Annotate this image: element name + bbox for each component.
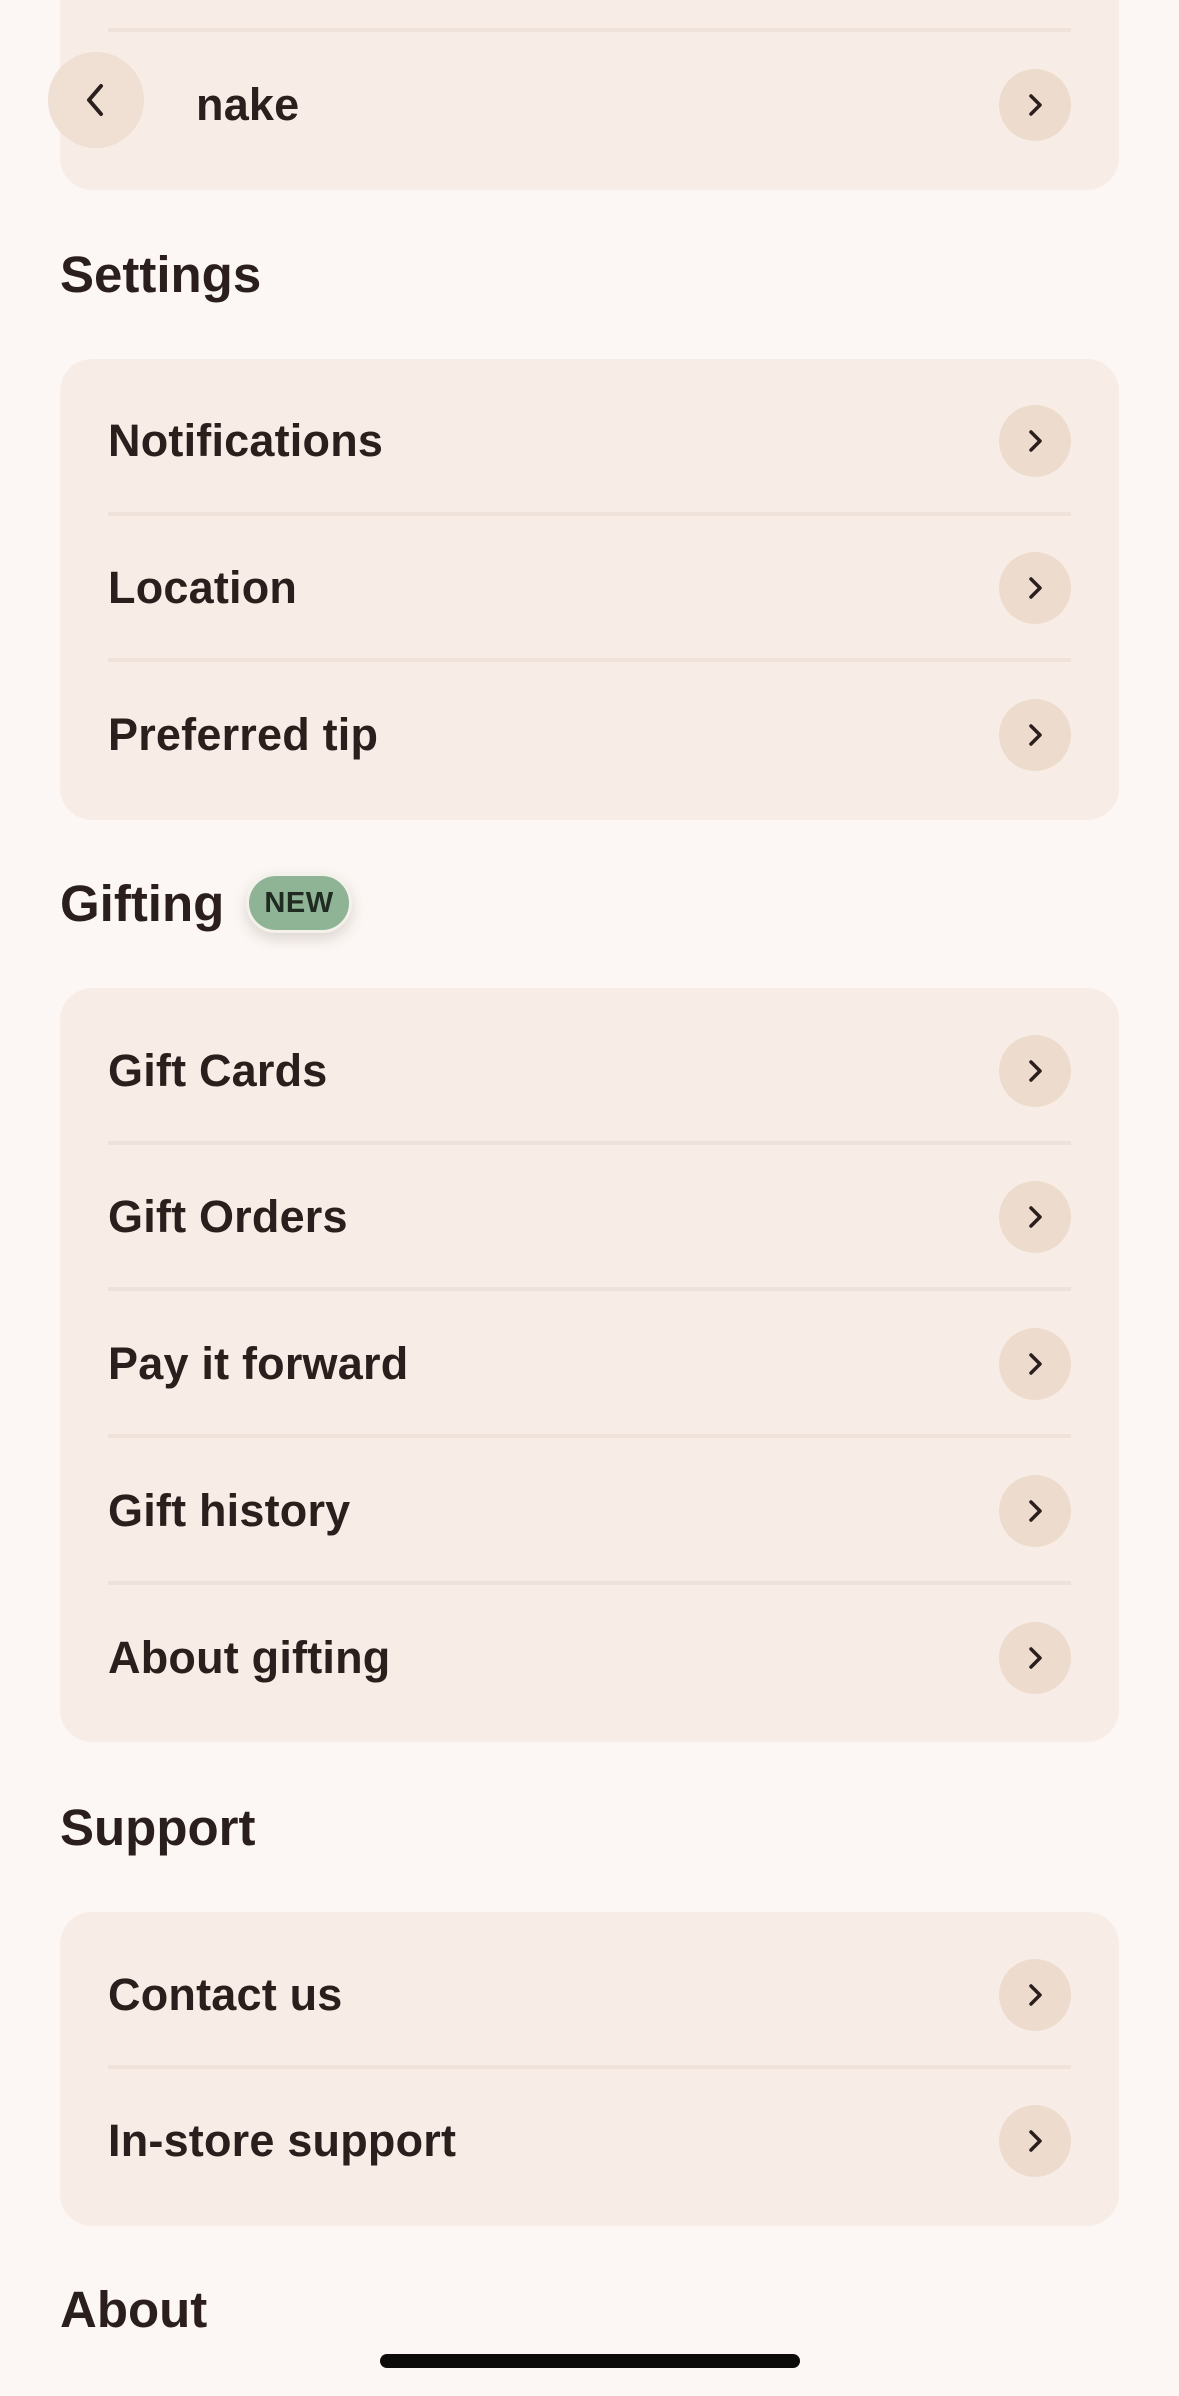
chevron-right-icon [999,1959,1071,2031]
row-label: Gift Cards [108,1045,328,1096]
settings-card: Notifications Location Preferred tip [60,359,1119,820]
home-indicator[interactable] [380,2354,800,2368]
row-label: About gifting [108,1632,391,1683]
settings-item-notifications[interactable]: Notifications [60,368,1119,514]
support-item-in-store-support[interactable]: In-store support [60,2068,1119,2214]
row-label: Notifications [108,415,384,466]
back-button[interactable] [48,52,144,148]
section-title-settings: Settings [60,246,262,303]
row-label: Gift Orders [108,1191,348,1242]
row-label: In-store support [108,2115,457,2166]
chevron-right-icon [999,1328,1071,1400]
gifting-card: Gift Cards Gift Orders Pay it forward Gi… [60,988,1119,1742]
new-badge: NEW [246,873,352,933]
top-card: nake [60,0,1119,190]
section-title-about: About [60,2281,208,2338]
chevron-right-icon [999,552,1071,624]
chevron-right-icon [999,1622,1071,1694]
gifting-item-gift-cards[interactable]: Gift Cards [60,998,1119,1144]
gifting-item-gift-orders[interactable]: Gift Orders [60,1144,1119,1290]
chevron-right-icon [999,699,1071,771]
settings-item-location[interactable]: Location [60,515,1119,661]
gifting-item-about-gifting[interactable]: About gifting [60,1585,1119,1731]
chevron-right-icon [999,1035,1071,1107]
gifting-item-pay-it-forward[interactable]: Pay it forward [60,1291,1119,1437]
chevron-right-icon [999,69,1071,141]
section-title-support: Support [60,1799,256,1856]
chevron-right-icon [999,1475,1071,1547]
top-card-row[interactable]: nake [60,32,1119,178]
support-card: Contact us In-store support [60,1912,1119,2226]
gifting-item-gift-history[interactable]: Gift history [60,1438,1119,1584]
row-label: Preferred tip [108,709,379,760]
row-label: Location [108,562,298,613]
chevron-right-icon [999,405,1071,477]
row-label: Pay it forward [108,1338,409,1389]
row-label: nake [196,79,300,130]
row-label: Gift history [108,1485,351,1536]
row-label: Contact us [108,1969,343,2020]
chevron-right-icon [999,1181,1071,1253]
support-item-contact-us[interactable]: Contact us [60,1922,1119,2068]
section-title-gifting: Gifting [60,875,225,932]
settings-item-preferred-tip[interactable]: Preferred tip [60,662,1119,808]
chevron-left-icon [87,84,103,116]
chevron-right-icon [999,2105,1071,2177]
